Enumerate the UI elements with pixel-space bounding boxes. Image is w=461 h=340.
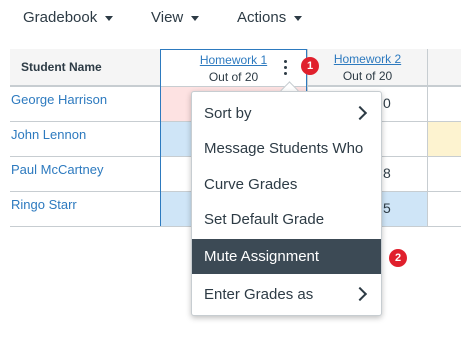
- menu-item-message-students-who[interactable]: Message Students Who: [192, 131, 381, 166]
- grade-cell[interactable]: [427, 87, 461, 121]
- grade-cell[interactable]: [427, 192, 461, 226]
- homework-2-points: Out of 20: [342, 69, 393, 83]
- homework-2-title[interactable]: Homework 2: [308, 52, 427, 66]
- next-assignment-header: [427, 49, 461, 86]
- step-badge-2: 2: [389, 249, 407, 267]
- grade-cell[interactable]: [427, 157, 461, 191]
- actions-menu-label: Actions: [237, 9, 287, 26]
- menu-item-mute-assignment[interactable]: Mute Assignment: [192, 239, 381, 274]
- caret-down-icon: [294, 16, 303, 21]
- homework-2-header[interactable]: Homework 2 Out of 20: [307, 49, 427, 86]
- gradebook-menu[interactable]: Gradebook: [23, 9, 114, 26]
- menu-item-curve-grades[interactable]: Curve Grades: [192, 167, 381, 202]
- caret-down-icon: [191, 16, 200, 21]
- column-options-menu: Sort by Message Students Who Curve Grade…: [191, 91, 382, 316]
- menu-item-label: Enter Grades as: [204, 286, 314, 303]
- column-options-icon[interactable]: [279, 59, 293, 77]
- step-badge-1: 1: [301, 57, 319, 75]
- chevron-right-icon: [352, 105, 368, 121]
- menu-item-label: Set Default Grade: [204, 211, 325, 228]
- student-name-cell[interactable]: George Harrison: [10, 88, 160, 122]
- view-menu[interactable]: View: [151, 9, 200, 26]
- grade-cell[interactable]: [427, 122, 461, 156]
- gradebook-menu-label: Gradebook: [23, 9, 98, 26]
- student-name-cell[interactable]: Ringo Starr: [10, 193, 160, 227]
- actions-menu[interactable]: Actions: [237, 9, 303, 26]
- menu-item-enter-grades-as[interactable]: Enter Grades as: [192, 277, 381, 312]
- menu-item-label: Curve Grades: [204, 176, 298, 193]
- view-menu-label: View: [151, 9, 184, 26]
- student-name-cell[interactable]: Paul McCartney: [10, 158, 160, 192]
- grade-value: 8: [383, 165, 391, 181]
- caret-down-icon: [105, 16, 114, 21]
- student-name-header[interactable]: Student Name: [10, 49, 160, 86]
- menu-item-label: Sort by: [204, 105, 252, 122]
- menu-item-sort-by[interactable]: Sort by: [192, 96, 381, 131]
- menu-item-label: Mute Assignment: [204, 248, 320, 265]
- student-name-cell[interactable]: John Lennon: [10, 123, 160, 157]
- menu-item-set-default-grade[interactable]: Set Default Grade: [192, 202, 381, 237]
- top-menu-bar: Gradebook View Actions: [0, 0, 461, 36]
- chevron-right-icon: [352, 286, 368, 302]
- grade-value: 5: [383, 200, 391, 216]
- grade-value: 0: [383, 95, 391, 111]
- menu-item-label: Message Students Who: [204, 140, 364, 157]
